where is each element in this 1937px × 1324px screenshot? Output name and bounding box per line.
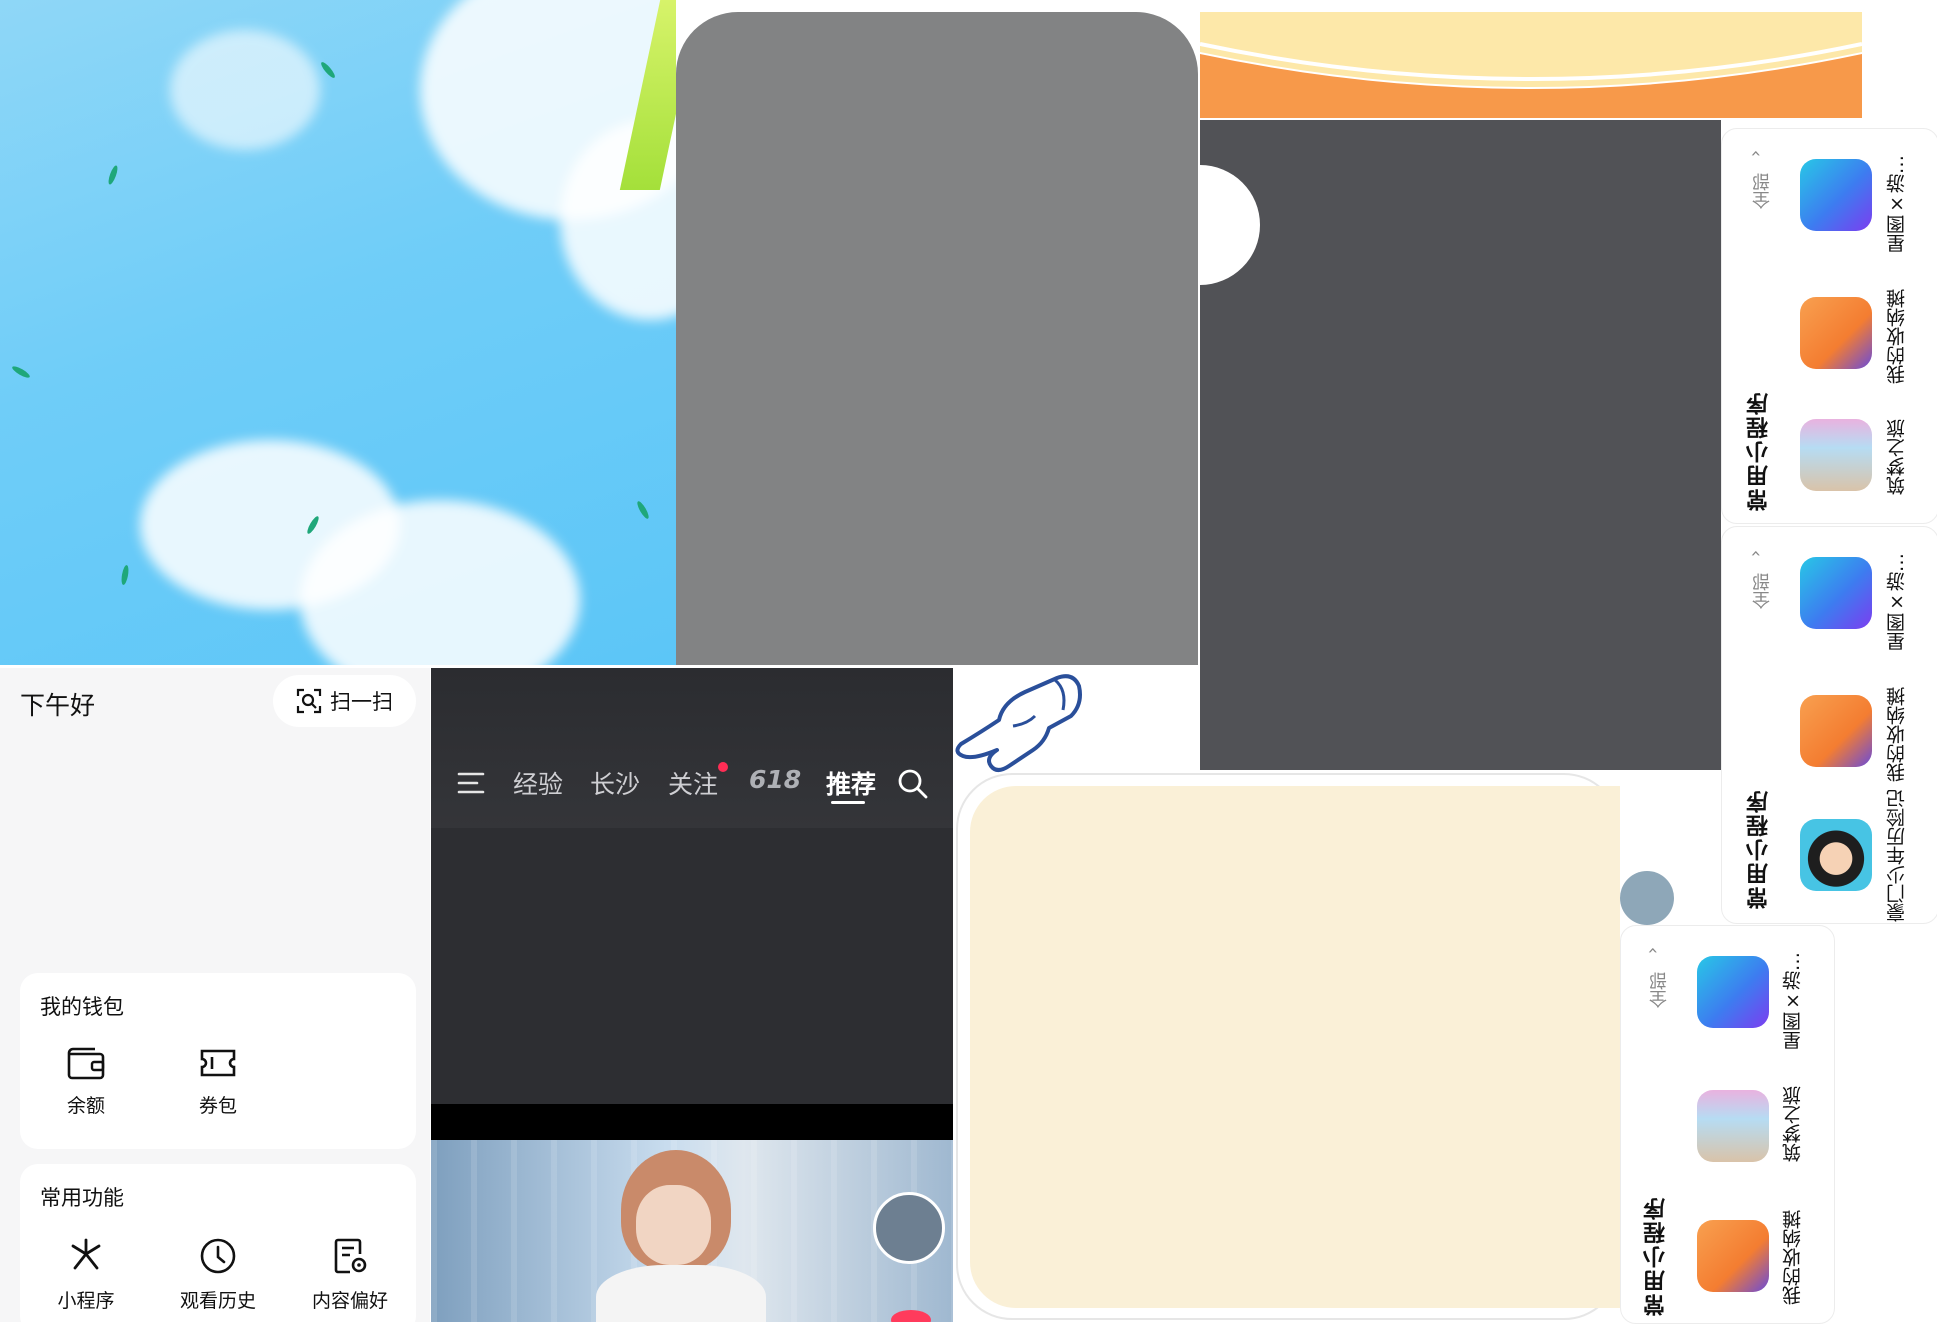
preference-icon <box>334 1238 367 1274</box>
active-tab-indicator <box>831 801 865 804</box>
content-preference-button[interactable]: 内容偏好 <box>300 1236 400 1313</box>
notification-dot <box>718 762 728 772</box>
adventure-app-icon[interactable] <box>1800 819 1872 891</box>
mini-program-card: 常用小程序 全部 › 星图×游… 我的收纳摊 筑梦之旅 <box>1721 128 1937 524</box>
coupon-button[interactable]: 券包 <box>168 1045 268 1118</box>
star-map-app-icon[interactable] <box>1800 557 1872 629</box>
tab-618[interactable]: 618 <box>749 765 801 794</box>
video-thumbnail[interactable] <box>431 1140 953 1322</box>
chevron-up-icon[interactable]: › <box>1642 947 1663 954</box>
app-name: 星图×游… <box>1886 155 1908 253</box>
tab-following[interactable]: 关注 <box>668 765 718 801</box>
sky-cloud-image <box>0 0 676 665</box>
app-name: 筑梦之旅 <box>1782 1086 1804 1162</box>
mini-program-title: 常用小程序 <box>1747 391 1772 511</box>
app-name: 星图×游… <box>1782 952 1804 1050</box>
coupon-label: 券包 <box>198 1095 237 1117</box>
avatar[interactable] <box>873 1192 945 1264</box>
beige-card <box>970 786 1620 1308</box>
chevron-up-icon[interactable]: › <box>1745 150 1766 157</box>
scan-button[interactable]: 扫一扫 <box>273 675 416 727</box>
black-band <box>431 1104 953 1140</box>
slate-circle <box>1620 871 1674 925</box>
tab-changsha[interactable]: 长沙 <box>590 765 640 801</box>
app-name: 我的收纳摊 <box>1886 289 1908 384</box>
building-app-icon[interactable] <box>1800 419 1872 491</box>
view-all-link[interactable]: 全部 <box>1647 972 1673 1008</box>
mini-program-title: 常用小程序 <box>1747 789 1772 909</box>
wallet-card: 我的钱包 余额 券包 <box>20 973 416 1149</box>
balance-label: 余额 <box>66 1095 105 1117</box>
app-name: 豪门少年历险记 <box>1886 789 1908 922</box>
feed-top-gradient <box>431 668 953 828</box>
my-page-panel: 下午好 扫一扫 我的钱包 余额 券包 常用功能 小程序 观看历史 内容偏好 <box>0 668 430 1322</box>
star-map-app-icon[interactable] <box>1800 159 1872 231</box>
balance-button[interactable]: 余额 <box>36 1045 136 1118</box>
corgi-app-icon[interactable] <box>1800 297 1872 369</box>
orange-banner <box>1200 12 1862 118</box>
mini-program-icon <box>71 1238 101 1270</box>
menu-icon[interactable] <box>457 771 485 795</box>
tab-recommend[interactable]: 推荐 <box>826 765 876 801</box>
view-all-link[interactable]: 全部 <box>1750 173 1776 209</box>
tab-experience[interactable]: 经验 <box>513 765 563 801</box>
view-all-link[interactable]: 全部 <box>1750 573 1776 609</box>
content-preference-label: 内容偏好 <box>311 1290 388 1312</box>
pointing-hand-icon <box>955 674 1082 772</box>
functions-title: 常用功能 <box>40 1186 124 1210</box>
star-map-app-icon[interactable] <box>1697 956 1769 1028</box>
mini-program-title: 常用小程序 <box>1644 1196 1669 1316</box>
wallet-title: 我的钱包 <box>40 995 124 1019</box>
mini-program-label: 小程序 <box>57 1290 115 1312</box>
clock-icon <box>200 1238 236 1274</box>
gray-placeholder-card <box>676 12 1198 665</box>
common-functions-card: 常用功能 小程序 观看历史 内容偏好 <box>20 1164 416 1322</box>
scan-label: 扫一扫 <box>330 690 393 714</box>
app-name: 我的收纳摊 <box>1886 687 1908 782</box>
search-icon[interactable] <box>897 768 929 800</box>
mini-program-button[interactable]: 小程序 <box>36 1236 136 1313</box>
video-feed-panel: 经验 长沙 关注 618 推荐 <box>431 668 953 1322</box>
app-name: 我的收纳摊 <box>1782 1210 1804 1305</box>
dark-placeholder-panel <box>1200 120 1721 770</box>
mini-program-card: 常用小程序 全部 › 星图×游… 筑梦之旅 我的收纳摊 <box>1620 925 1835 1324</box>
white-circle <box>1200 165 1260 285</box>
scan-icon <box>296 688 322 714</box>
watch-history-label: 观看历史 <box>179 1290 256 1312</box>
mini-program-card: 常用小程序 全部 › 星图×游… 我的收纳摊 豪门少年历险记 <box>1721 526 1937 924</box>
app-name: 筑梦之旅 <box>1886 419 1908 495</box>
app-name: 星图×游… <box>1886 553 1908 651</box>
chevron-up-icon[interactable]: › <box>1745 550 1766 557</box>
watch-history-button[interactable]: 观看历史 <box>168 1236 268 1313</box>
coupon-icon <box>200 1049 236 1077</box>
building-app-icon[interactable] <box>1697 1090 1769 1162</box>
corgi-app-icon[interactable] <box>1800 695 1872 767</box>
wallet-icon <box>67 1047 105 1080</box>
greeting-text: 下午好 <box>20 691 96 720</box>
corgi-app-icon[interactable] <box>1697 1220 1769 1292</box>
